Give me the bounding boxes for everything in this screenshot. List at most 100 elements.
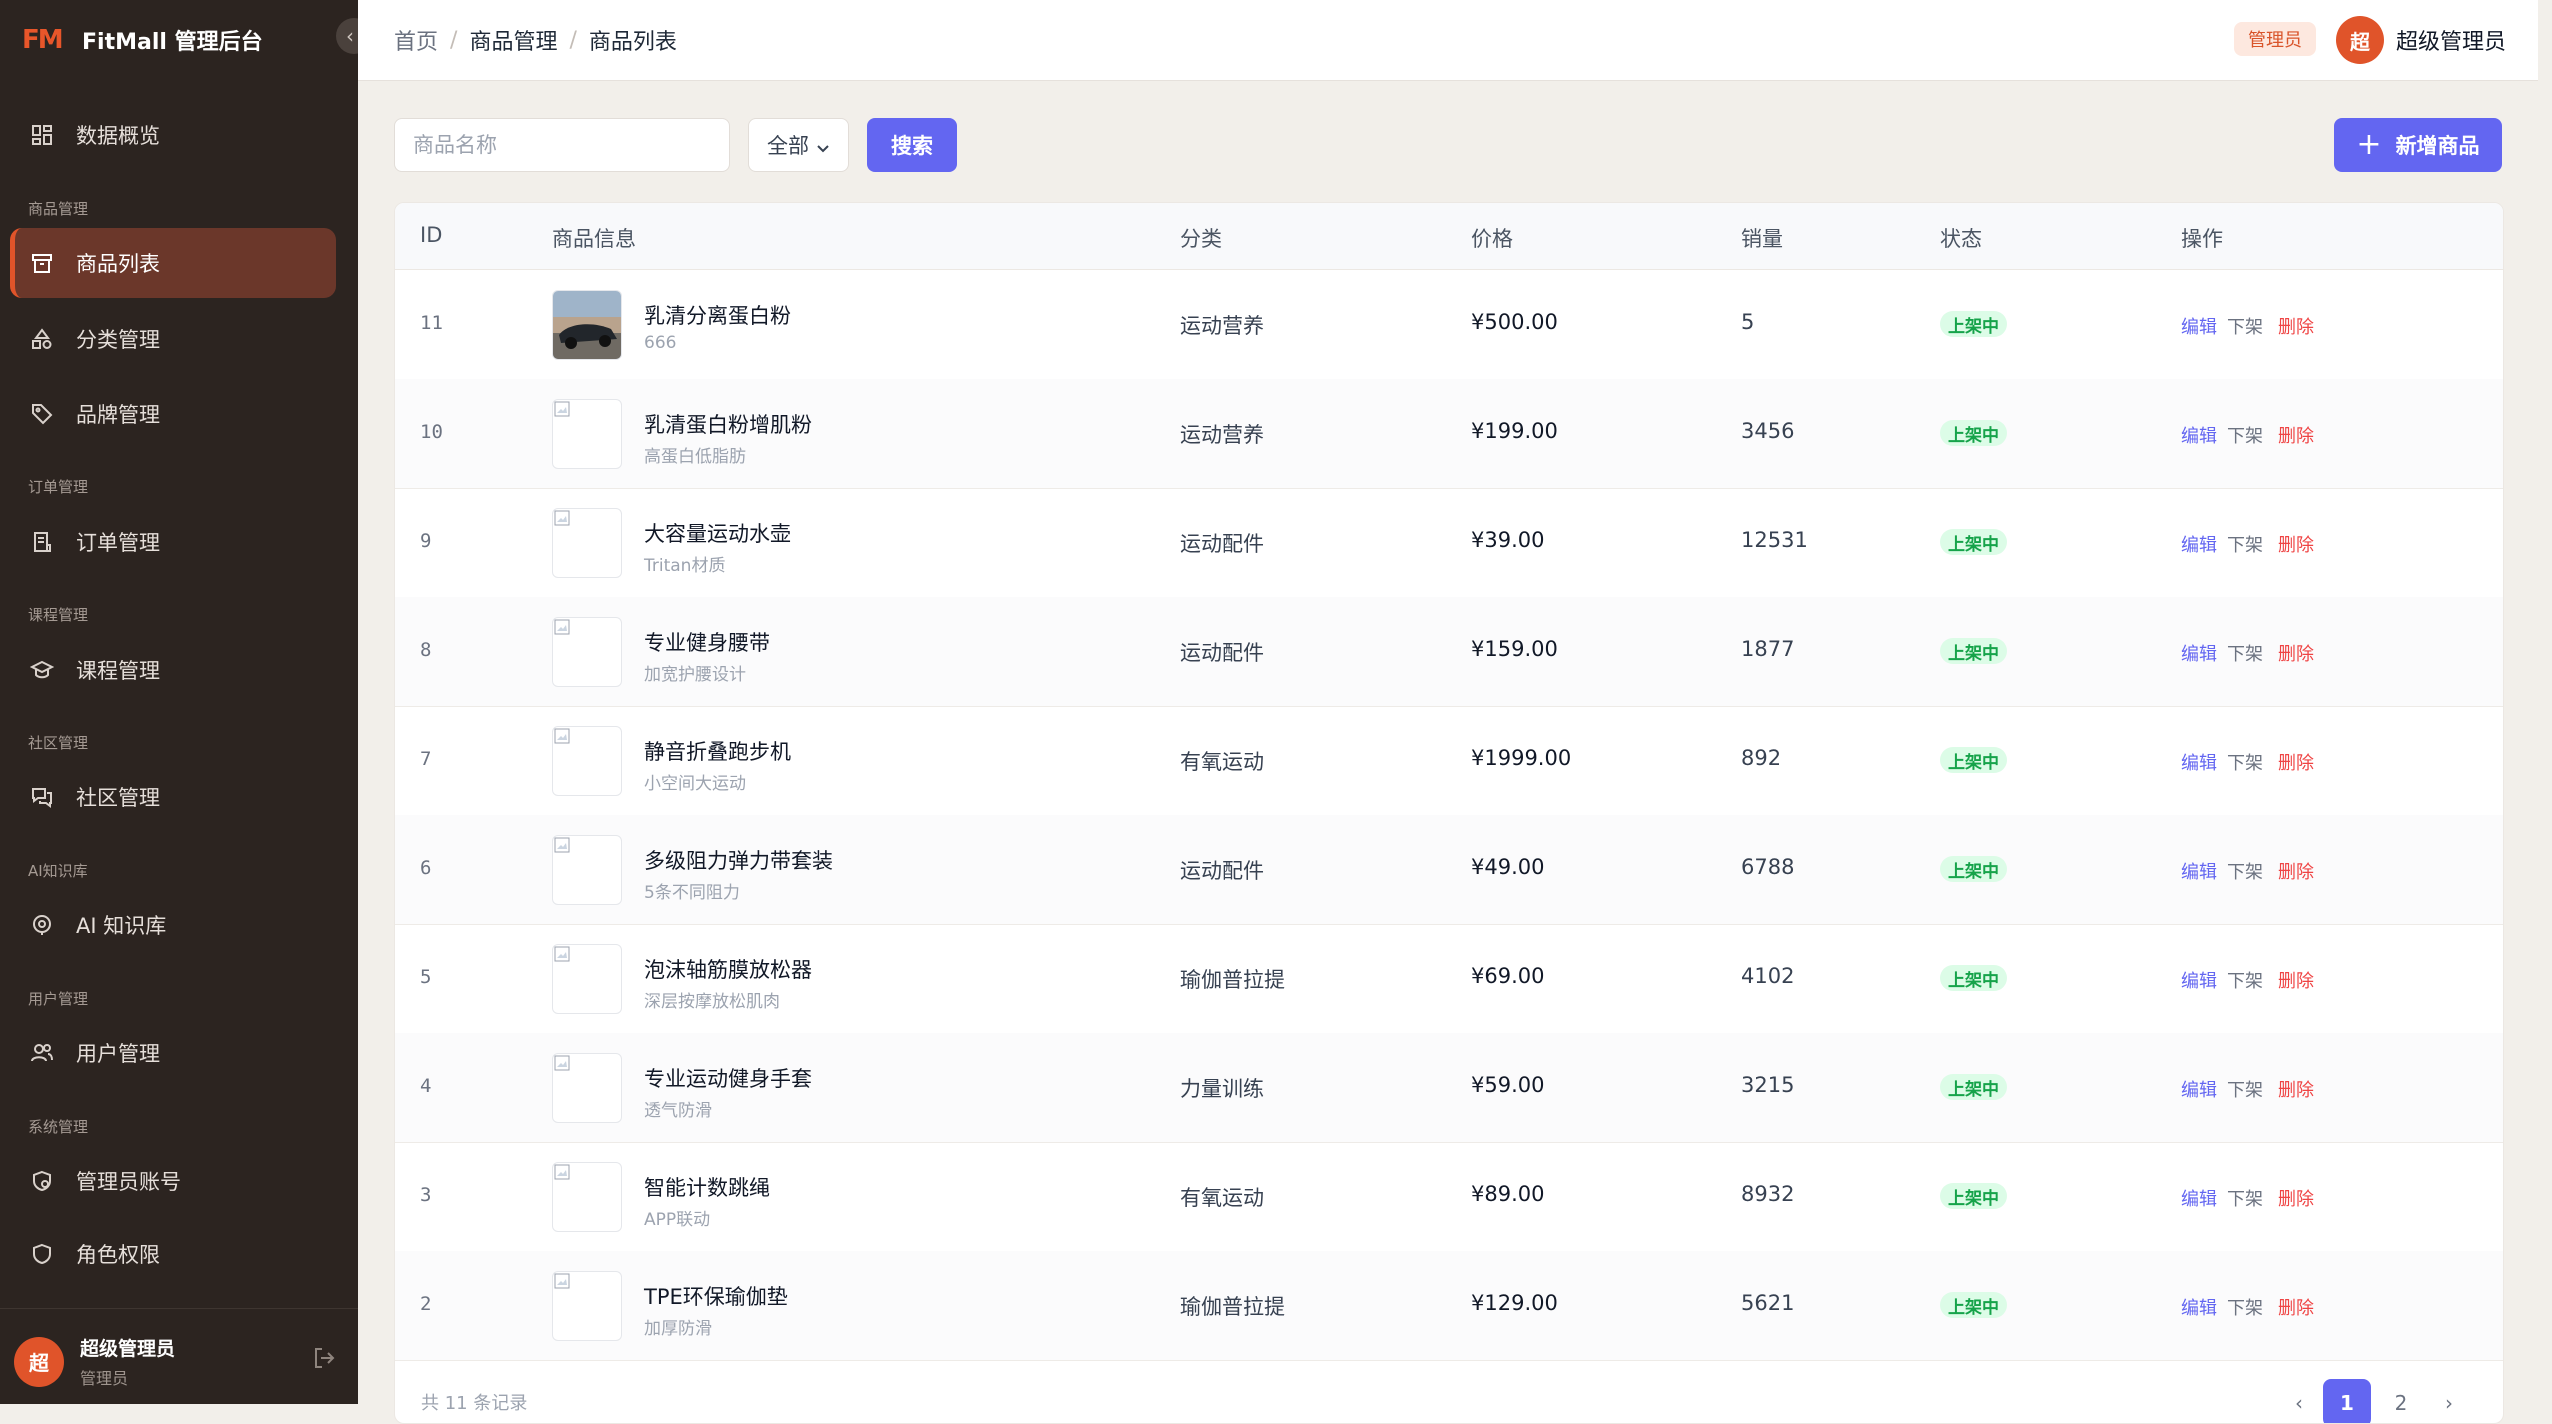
product-id: 10: [420, 421, 443, 443]
product-id: 11: [420, 312, 443, 334]
product-category: 运动配件: [1180, 859, 1264, 883]
sidebar-item-community[interactable]: 社区管理: [10, 762, 336, 832]
product-price: ¥159.00: [1471, 637, 1558, 661]
product-sales: 3215: [1741, 1073, 1795, 1097]
status-badge: 上架中: [1940, 747, 2007, 773]
product-category: 运动营养: [1180, 423, 1264, 447]
status-badge: 上架中: [1940, 311, 2007, 337]
sidebar-item-dashboard[interactable]: 数据概览: [10, 100, 336, 170]
delete-button[interactable]: 删除: [2278, 1185, 2314, 1211]
delete-button[interactable]: 删除: [2278, 313, 2314, 339]
breadcrumb-product-management[interactable]: 商品管理: [469, 24, 557, 56]
pagination-page-2[interactable]: 2: [2377, 1379, 2425, 1423]
search-button[interactable]: 搜索: [867, 118, 957, 172]
add-product-label: 新增商品: [2395, 134, 2480, 158]
off-shelf-button[interactable]: 下架: [2227, 640, 2263, 666]
logout-icon[interactable]: [312, 1346, 338, 1372]
sidebar-item-orders[interactable]: 订单管理: [10, 507, 336, 577]
column-header-sales: 销量: [1741, 227, 1783, 251]
off-shelf-button[interactable]: 下架: [2227, 1294, 2263, 1320]
off-shelf-button[interactable]: 下架: [2227, 1185, 2263, 1211]
product-id: 3: [420, 1184, 432, 1206]
brand[interactable]: FM FitMall 管理后台: [22, 22, 263, 58]
broken-image-icon: [554, 1164, 570, 1180]
category-select[interactable]: 全部: [748, 118, 849, 172]
brand-title: FitMall 管理后台: [82, 30, 263, 55]
product-category: 力量训练: [1180, 1077, 1264, 1101]
off-shelf-button[interactable]: 下架: [2227, 1076, 2263, 1102]
product-subtitle: 加厚防滑: [644, 1319, 712, 1339]
broken-image-icon: [554, 837, 570, 853]
pagination-prev[interactable]: ‹: [2275, 1379, 2323, 1423]
column-header-actions: 操作: [2181, 227, 2223, 251]
sidebar-item-label: 课程管理: [76, 659, 160, 683]
off-shelf-button[interactable]: 下架: [2227, 749, 2263, 775]
edit-button[interactable]: 编辑: [2181, 1185, 2217, 1211]
off-shelf-button[interactable]: 下架: [2227, 858, 2263, 884]
page-scrollbar[interactable]: [2538, 0, 2552, 1404]
pagination-page-1[interactable]: 1: [2323, 1379, 2371, 1423]
edit-button[interactable]: 编辑: [2181, 967, 2217, 993]
edit-button[interactable]: 编辑: [2181, 749, 2217, 775]
sidebar-item-product-list[interactable]: 商品列表: [10, 228, 336, 298]
pagination-next[interactable]: ›: [2425, 1379, 2473, 1423]
product-sales: 1877: [1741, 637, 1795, 661]
product-subtitle: 加宽护腰设计: [644, 665, 746, 685]
product-subtitle: 5条不同阻力: [644, 883, 740, 903]
edit-button[interactable]: 编辑: [2181, 531, 2217, 557]
sidebar-item-label: 角色权限: [76, 1243, 160, 1267]
table-row: 6 多级阻力弹力带套装 5条不同阻力 运动配件 ¥49.00 6788 上架中 …: [395, 815, 2503, 925]
add-product-button[interactable]: + 新增商品: [2334, 118, 2502, 172]
table-row: 10 乳清蛋白粉增肌粉 高蛋白低脂肪 运动营养 ¥199.00 3456 上架中…: [395, 379, 2503, 489]
product-price: ¥59.00: [1471, 1073, 1545, 1097]
product-name: 乳清分离蛋白粉: [644, 304, 791, 328]
off-shelf-button[interactable]: 下架: [2227, 967, 2263, 993]
product-sales: 5621: [1741, 1291, 1795, 1315]
delete-button[interactable]: 删除: [2278, 1076, 2314, 1102]
off-shelf-button[interactable]: 下架: [2227, 531, 2263, 557]
delete-button[interactable]: 删除: [2278, 1294, 2314, 1320]
delete-button[interactable]: 删除: [2278, 422, 2314, 448]
breadcrumb-home[interactable]: 首页: [394, 24, 438, 56]
off-shelf-button[interactable]: 下架: [2227, 422, 2263, 448]
edit-button[interactable]: 编辑: [2181, 422, 2217, 448]
breadcrumb-separator: /: [450, 27, 458, 53]
delete-button[interactable]: 删除: [2278, 531, 2314, 557]
delete-button[interactable]: 删除: [2278, 640, 2314, 666]
avatar[interactable]: 超: [2336, 16, 2384, 64]
sidebar-item-admins[interactable]: 管理员账号: [10, 1146, 336, 1216]
sidebar-item-roles[interactable]: 角色权限: [10, 1219, 336, 1289]
status-badge: 上架中: [1940, 420, 2007, 446]
product-name: 静音折叠跑步机: [644, 740, 791, 764]
delete-button[interactable]: 删除: [2278, 749, 2314, 775]
product-category: 运动营养: [1180, 314, 1264, 338]
graduation-cap-icon: [28, 656, 56, 684]
sidebar-item-category[interactable]: 分类管理: [10, 304, 336, 374]
edit-button[interactable]: 编辑: [2181, 1294, 2217, 1320]
product-subtitle: 透气防滑: [644, 1101, 712, 1121]
product-subtitle: 小空间大运动: [644, 774, 746, 794]
search-input[interactable]: [394, 118, 730, 172]
product-table: ID 商品信息 分类 价格 销量 状态 操作 11 乳清分离蛋白粉 666 运动…: [394, 202, 2504, 1424]
edit-button[interactable]: 编辑: [2181, 640, 2217, 666]
header-user-name[interactable]: 超级管理员: [2396, 24, 2506, 56]
sidebar-item-users[interactable]: 用户管理: [10, 1018, 336, 1088]
product-subtitle: 666: [644, 333, 677, 353]
sidebar-item-ai-knowledge[interactable]: AI 知识库: [10, 890, 336, 960]
product-thumbnail: [552, 508, 622, 578]
off-shelf-button[interactable]: 下架: [2227, 313, 2263, 339]
column-header-id: ID: [420, 223, 443, 247]
delete-button[interactable]: 删除: [2278, 858, 2314, 884]
sidebar: FM FitMall 管理后台 数据概览 商品管理 商品列表 分类管理 品牌管理…: [0, 0, 358, 1404]
delete-button[interactable]: 删除: [2278, 967, 2314, 993]
column-header-price: 价格: [1471, 227, 1513, 251]
product-name: 大容量运动水壶: [644, 522, 791, 546]
edit-button[interactable]: 编辑: [2181, 1076, 2217, 1102]
sidebar-item-courses[interactable]: 课程管理: [10, 635, 336, 705]
edit-button[interactable]: 编辑: [2181, 858, 2217, 884]
edit-button[interactable]: 编辑: [2181, 313, 2217, 339]
sidebar-item-brand[interactable]: 品牌管理: [10, 379, 336, 449]
nav-group-title: 订单管理: [28, 478, 89, 496]
product-sales: 6788: [1741, 855, 1795, 879]
product-thumbnail: [552, 944, 622, 1014]
